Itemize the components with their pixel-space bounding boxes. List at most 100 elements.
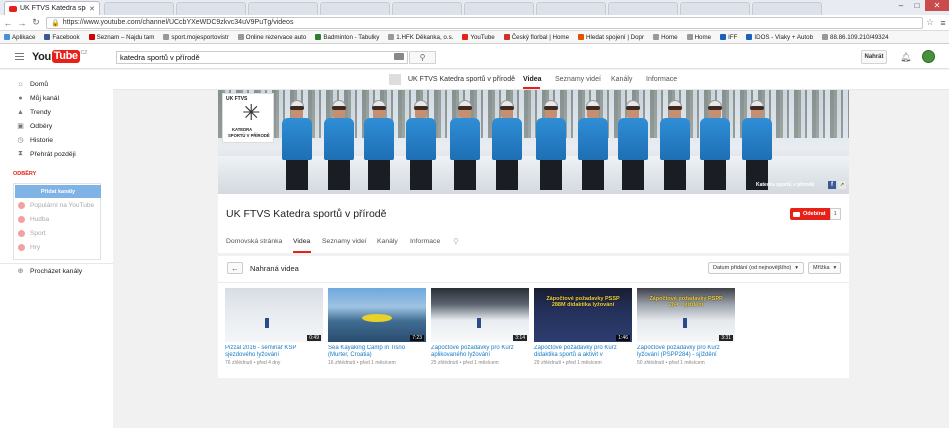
tab-home[interactable]: Domovská stránka — [226, 238, 282, 245]
close-tab-icon[interactable]: ✕ — [89, 5, 95, 13]
maximize-icon[interactable]: □ — [909, 0, 925, 11]
tab-videos[interactable]: Videa — [293, 238, 310, 245]
facebook-icon[interactable]: f — [828, 181, 836, 189]
window-close-icon[interactable]: ✕ — [925, 0, 949, 11]
channel-nav-tab-videa[interactable]: Videa — [523, 76, 542, 83]
browser-tab-inactive[interactable] — [320, 2, 390, 15]
skier-face — [545, 109, 557, 118]
search-input[interactable]: katedra sportů v přírodě — [116, 51, 408, 64]
video-thumbnail[interactable]: 0:49 — [225, 288, 323, 342]
sidebar-item-watch-later[interactable]: ⧗ Přehrát později — [0, 147, 113, 161]
video-thumbnail[interactable]: Zápočtové požadavky PSPP 284 - sjíždění 3… — [637, 288, 735, 342]
bookmark-item[interactable]: YouTube — [462, 34, 495, 41]
search-button[interactable]: ⚲ — [409, 51, 436, 64]
channel-nav-tab-playlists[interactable]: Seznamy videí — [555, 76, 601, 83]
subscribe-button[interactable]: Odebírat 1 — [790, 208, 841, 220]
browser-tab-inactive[interactable] — [608, 2, 678, 15]
bookmark-item[interactable]: sport.mojesportovistr — [163, 34, 229, 41]
bookmark-item[interactable]: Hledat spojení | Dopr — [578, 34, 644, 41]
subscription-item[interactable]: Hry — [18, 241, 100, 254]
bookmark-item[interactable]: Badminton - Tabulky — [315, 34, 379, 41]
channel-thumbnail-mini[interactable] — [389, 74, 401, 85]
bookmark-item[interactable]: IDOS - Vlaky + Autob — [746, 34, 813, 41]
bookmark-item[interactable]: Seznam – Najdu tam — [88, 34, 154, 41]
browser-tab-inactive[interactable] — [536, 2, 606, 15]
avatar[interactable] — [922, 50, 935, 63]
reload-icon[interactable]: ↻ — [30, 17, 42, 28]
bookmark-star-icon[interactable]: ☆ — [923, 17, 937, 28]
upload-button[interactable]: Nahrát — [861, 50, 887, 64]
youtube-header: You Tube CZ katedra sportů v přírodě ⚲ N… — [0, 44, 949, 69]
browser-tab-inactive[interactable] — [248, 2, 318, 15]
minimize-icon[interactable]: – — [893, 0, 909, 11]
bookmark-item[interactable]: Český florbal | Home — [503, 34, 569, 41]
video-thumbnail[interactable]: 7:23 — [328, 288, 426, 342]
video-title[interactable]: Zápočtové požadavky pro Kurz didaktika s… — [534, 345, 632, 359]
subscription-item[interactable]: Populární na YouTube — [18, 199, 100, 212]
view-dropdown[interactable]: Mřížka ▾ — [808, 262, 841, 274]
subscription-item[interactable]: Hudba — [18, 213, 100, 226]
browser-menu-icon[interactable]: ≡ — [937, 18, 949, 28]
bookmark-label: Aplikace — [12, 33, 36, 41]
browser-tab-inactive[interactable] — [464, 2, 534, 15]
hamburger-menu-icon[interactable] — [15, 53, 24, 60]
add-channels-button[interactable]: Přidat kanály — [15, 185, 101, 198]
browser-tab-bar: UK FTVS Katedra sportů ✕ – □ ✕ — [0, 0, 949, 15]
bookmark-item[interactable]: Home — [686, 34, 711, 41]
channel-nav-tab-channels[interactable]: Kanály — [611, 76, 632, 83]
channel-logo[interactable]: UK FTVS ✳ KATEDRA SPORTŮ V PŘÍRODĚ — [222, 93, 274, 143]
browser-tab-inactive[interactable] — [176, 2, 246, 15]
bookmark-item[interactable]: 1.HFK Děkanka, o.s. — [388, 34, 453, 41]
sidebar-item-home[interactable]: ⌂ Domů — [0, 77, 113, 91]
bookmark-item[interactable]: Online rezervace auto — [237, 34, 306, 41]
channel-nav-name[interactable]: UK FTVS Katedra sportů v přírodě — [408, 76, 515, 83]
video-title[interactable]: Pizzal 2016 - seminář KSP sjezdového lyž… — [225, 345, 323, 359]
back-button[interactable]: ← — [227, 262, 243, 274]
channel-nav-tab-about[interactable]: Informace — [646, 76, 677, 83]
sidebar-item-subscriptions[interactable]: ▣ Odběry — [0, 119, 113, 133]
bookmark-item[interactable]: Home — [653, 34, 678, 41]
browser-tab[interactable]: UK FTVS Katedra sportů ✕ — [4, 1, 100, 15]
skier-figure — [404, 100, 438, 192]
keyboard-icon[interactable] — [394, 53, 404, 60]
url-field[interactable]: 🔒 https://www.youtube.com/channel/UCcbYX… — [46, 16, 923, 29]
youtube-logo[interactable]: You Tube CZ — [32, 50, 87, 63]
sidebar-item-browse-channels[interactable]: ⊕ Procházet kanály — [0, 264, 113, 278]
skier-goggle — [586, 106, 600, 110]
bookmark-item[interactable]: 88.86.109.210/49324 — [822, 34, 889, 41]
section-divider — [218, 282, 849, 283]
browser-tab-inactive[interactable] — [680, 2, 750, 15]
link-icon[interactable]: ↗ — [838, 181, 846, 189]
bookmark-item[interactable]: Facebook — [44, 34, 80, 41]
sidebar-item-flame[interactable]: ▲ Trendy — [0, 105, 113, 119]
notifications-bell-icon[interactable]: 🔔︎ — [900, 52, 911, 63]
video-item[interactable]: 3:14 Zápočtové požadavky pro Kurz aplikov… — [431, 288, 529, 366]
logo-text-you: You — [32, 50, 51, 63]
subscription-item[interactable]: Sport — [18, 227, 100, 240]
video-title[interactable]: Zápočtové požadavky pro Kurz aplikovanéh… — [431, 345, 529, 359]
video-item[interactable]: 7:23 Sea Kayaking Camp in Tisno (Murter, … — [328, 288, 426, 366]
forward-arrow-icon[interactable]: → — [16, 18, 28, 28]
channel-search-icon[interactable]: ⚲ — [453, 237, 459, 246]
video-item[interactable]: Zápočtové požadavky PSPP 284 - sjíždění 3… — [637, 288, 735, 366]
tab-playlists[interactable]: Seznamy videí — [322, 238, 367, 245]
sort-dropdown[interactable]: Datum přidání (od nejnovějšího) ▾ — [708, 262, 804, 274]
search-icon: ⚲ — [419, 53, 426, 62]
video-thumbnail[interactable]: 3:14 — [431, 288, 529, 342]
tab-channels[interactable]: Kanály — [377, 238, 398, 245]
video-age: před 1 měsícem — [668, 360, 705, 366]
browser-tab-inactive[interactable] — [392, 2, 462, 15]
video-title[interactable]: Sea Kayaking Camp in Tisno (Murter, Croa… — [328, 345, 426, 359]
video-thumbnail[interactable]: Zápočtové požadavky PSSP 288M didaktika … — [534, 288, 632, 342]
video-title[interactable]: Zápočtové požadavky pro Kurz lyžování (P… — [637, 345, 735, 359]
back-arrow-icon[interactable]: ← — [2, 18, 14, 28]
browser-tab-inactive[interactable] — [752, 2, 822, 15]
tab-about[interactable]: Informace — [410, 238, 440, 245]
sidebar-item-history[interactable]: ◷ Historie — [0, 133, 113, 147]
video-item[interactable]: Zápočtové požadavky PSSP 288M didaktika … — [534, 288, 632, 366]
video-item[interactable]: 0:49 Pizzal 2016 - seminář KSP sjezdového… — [225, 288, 323, 366]
sidebar-item-user[interactable]: ● Můj kanál — [0, 91, 113, 105]
browser-tab-inactive[interactable] — [104, 2, 174, 15]
bookmark-item[interactable]: Aplikace — [4, 34, 35, 41]
bookmark-item[interactable]: IFF — [720, 34, 737, 41]
